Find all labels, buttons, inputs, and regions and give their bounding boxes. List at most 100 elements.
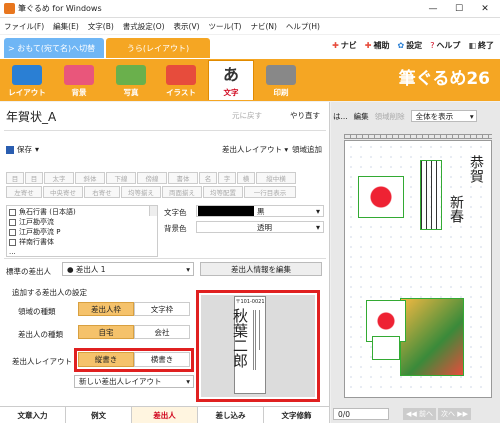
help-icon: ? <box>430 41 435 50</box>
menu-tools[interactable]: ツール(T) <box>209 21 242 32</box>
prev-page-button[interactable]: ◀◀ 前へ <box>403 408 436 420</box>
maximize-icon[interactable]: ☐ <box>446 0 472 18</box>
format-btn[interactable]: 横 <box>237 172 255 184</box>
layout-icon <box>12 65 42 85</box>
tab-omote[interactable]: > おもて(宛て名)へ切替 <box>4 38 104 58</box>
tab-text-input[interactable]: 文章入力 <box>0 407 66 423</box>
format-btn[interactable]: 目 <box>6 172 24 184</box>
sender-layout-label: 差出人レイアウト <box>222 145 282 154</box>
hojo-link[interactable]: ✚ 補助 <box>365 40 390 51</box>
new-layout-select[interactable]: 新しい差出人レイアウト ▾ <box>74 375 194 388</box>
bg-color-select[interactable]: 透明 ▾ <box>196 221 324 233</box>
minimize-icon[interactable]: — <box>420 0 446 18</box>
area-type-label: 領域の種類 <box>18 307 56 316</box>
redo-button[interactable]: やり直す <box>290 110 320 121</box>
list-item[interactable]: ... <box>9 247 155 257</box>
layout-horizontal-option[interactable]: 横書き <box>134 352 190 367</box>
format-btn[interactable]: 目 <box>25 172 43 184</box>
hojo-label: 補助 <box>373 41 390 50</box>
justify-button[interactable]: 均等揃え <box>121 186 161 198</box>
list-item[interactable]: 魚石行書 (日本語) <box>9 207 155 217</box>
tab-text-decoration[interactable]: 文字修飾 <box>264 407 330 423</box>
menu-view[interactable]: 表示(V) <box>174 21 200 32</box>
right-menu-label[interactable]: は... <box>333 111 348 122</box>
divider <box>4 130 326 131</box>
add-area-button[interactable]: 領域追加 <box>292 144 322 155</box>
list-item[interactable]: 祥南行書体 <box>9 237 155 247</box>
ribbon-illust-button[interactable]: イラスト <box>158 60 204 100</box>
undo-button[interactable]: 元に戻す <box>232 110 262 121</box>
save-button[interactable]: 保存 ▾ <box>6 144 39 155</box>
format-btn[interactable]: 名 <box>199 172 217 184</box>
ribbon-layout-button[interactable]: レイアウト <box>4 60 50 100</box>
sender-type-home-option[interactable]: 自宅 <box>78 325 134 339</box>
ribbon-photo-label: 写真 <box>123 88 139 97</box>
text-color-select[interactable]: 黒 ▾ <box>196 205 324 217</box>
both-align-button[interactable]: 両面揃え <box>162 186 202 198</box>
menu-bar: ファイル(F) 編集(E) 文字(B) 書式設定(O) 表示(V) ツール(T)… <box>0 18 500 34</box>
close-icon[interactable]: ✕ <box>472 0 498 18</box>
font-name: ... <box>9 248 16 256</box>
exit-link[interactable]: ◧ 終了 <box>468 40 494 51</box>
brand-logo: 筆ぐるめ26 <box>398 69 490 89</box>
align-right-button[interactable]: 右寄せ <box>84 186 120 198</box>
distribute-button[interactable]: 均等配置 <box>203 186 243 198</box>
ribbon-photo-button[interactable]: 写真 <box>108 60 154 100</box>
ribbon-background-label: 背景 <box>71 88 87 97</box>
ribbon-text-button[interactable]: あ文字 <box>208 60 254 100</box>
tab-sender[interactable]: 差出人 <box>132 407 198 423</box>
hojo-icon: ✚ <box>364 41 372 50</box>
delete-area-button[interactable]: 領域削除 <box>375 111 405 122</box>
edit-sender-button[interactable]: 差出人情報を編集 <box>200 262 322 276</box>
font-name: 江戸勘亭流 P <box>19 228 61 236</box>
font-list[interactable]: 魚石行書 (日本語) 江戸勘亭流 江戸勘亭流 P 祥南行書体 ... <box>6 205 158 257</box>
underline-button[interactable]: 下線 <box>106 172 136 184</box>
align-left-button[interactable]: 左寄せ <box>6 186 42 198</box>
menu-help[interactable]: ヘルプ(H) <box>286 21 320 32</box>
tatechuyoko-button[interactable]: 縦中横 <box>256 172 296 184</box>
list-item[interactable]: 江戸勘亭流 P <box>9 227 155 237</box>
align-center-button[interactable]: 中央寄せ <box>43 186 83 198</box>
ribbon-print-button[interactable]: 印刷 <box>258 60 304 100</box>
format-btn[interactable]: 字 <box>218 172 236 184</box>
greeting-text-box[interactable] <box>420 160 442 230</box>
italic-button[interactable]: 斜体 <box>75 172 105 184</box>
ribbon-layout-label: レイアウト <box>8 88 46 97</box>
chevron-down-icon: ▾ <box>186 377 190 386</box>
menu-format[interactable]: 書式設定(O) <box>123 21 165 32</box>
layout-vertical-option[interactable]: 縦書き <box>78 352 134 367</box>
area-type-text-option[interactable]: 文字枠 <box>134 302 190 316</box>
scrollbar[interactable] <box>149 206 157 216</box>
tab-ura[interactable]: うら(レイアウト) <box>106 38 210 58</box>
sender-type-company-option[interactable]: 会社 <box>134 325 190 339</box>
navi-link[interactable]: ✚ ナビ <box>332 40 357 51</box>
tab-examples[interactable]: 例文 <box>66 407 132 423</box>
page-counter-value: 0/0 <box>338 409 351 419</box>
default-sender-value: ● 差出人 1 <box>67 264 106 274</box>
sender-layout-menu[interactable]: 差出人レイアウト ▾ <box>222 144 288 155</box>
illust-icon <box>166 65 196 85</box>
help-label: ヘルプ <box>436 41 461 50</box>
menu-text[interactable]: 文字(B) <box>88 21 114 32</box>
bold-button[interactable]: 太字 <box>44 172 74 184</box>
chevron-down-icon: ▾ <box>186 264 190 274</box>
tab-merge[interactable]: 差し込み <box>198 407 264 423</box>
list-item[interactable]: 江戸勘亭流 <box>9 217 155 227</box>
ribbon-background-button[interactable]: 背景 <box>56 60 102 100</box>
settings-label: 設定 <box>406 41 423 50</box>
menu-file[interactable]: ファイル(F) <box>4 21 44 32</box>
sideline-button[interactable]: 傍線 <box>137 172 167 184</box>
settings-link[interactable]: ✿ 設定 <box>397 40 422 51</box>
menu-edit[interactable]: 編集(E) <box>53 21 79 32</box>
area-type-sender-option[interactable]: 差出人枠 <box>78 302 134 316</box>
font-button[interactable]: 書体 <box>168 172 198 184</box>
bg-color-label: 背景色 <box>164 224 187 233</box>
right-edit-menu[interactable]: 編集 <box>354 111 369 122</box>
help-link[interactable]: ? ヘルプ <box>430 40 460 51</box>
first-line-button[interactable]: 一行目表示 <box>244 186 296 198</box>
menu-navi[interactable]: ナビ(N) <box>250 21 276 32</box>
chevron-down-icon: ▾ <box>35 145 40 154</box>
zoom-select[interactable]: 全体を表示 ▾ <box>410 110 477 122</box>
default-sender-select[interactable]: ● 差出人 1 ▾ <box>62 262 194 276</box>
next-page-button[interactable]: 次へ ▶▶ <box>438 408 471 420</box>
